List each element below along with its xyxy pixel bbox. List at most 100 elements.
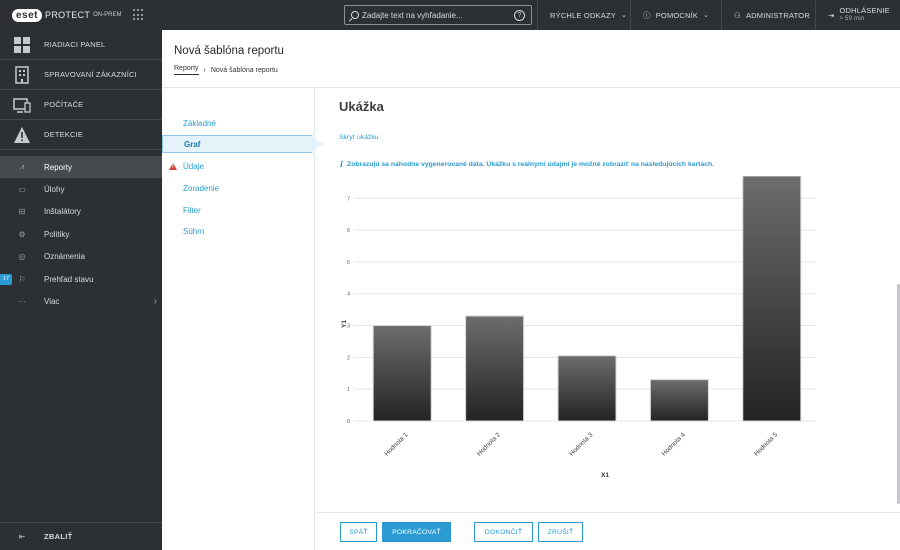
wizard-footer: SPÄŤ POKRAČOVAŤ DOKONČIŤ ZRUŠIŤ: [316, 512, 900, 550]
continue-button[interactable]: POKRAČOVAŤ: [382, 522, 451, 542]
step-sorting[interactable]: Zoradenie: [162, 179, 314, 197]
search-input[interactable]: [359, 10, 514, 20]
chart-bar[interactable]: [372, 325, 432, 422]
sidebar-item-customers[interactable]: SPRAVOVANÍ ZÁKAZNÍCI: [0, 60, 162, 90]
search-box[interactable]: ?: [344, 5, 532, 25]
x-axis-title: X1: [601, 472, 609, 479]
notification-icon: ◎: [18, 252, 26, 262]
sidebar-item-label: Inštalátory: [44, 207, 81, 217]
chevron-down-icon: ⌄: [703, 12, 710, 19]
sidebar-item-label: POČÍTAČE: [44, 100, 84, 109]
info-text: Zobrazujú sa náhodne vygenerované dáta. …: [347, 160, 715, 168]
chart-bar[interactable]: [742, 176, 802, 422]
step-label: Údaje: [183, 161, 204, 171]
sidebar-item-dashboard[interactable]: RIADIACI PANEL: [0, 30, 162, 60]
chart-bar[interactable]: [649, 379, 709, 422]
y-tick-label: 5: [347, 260, 350, 266]
x-tick-label: Hodnota 5: [753, 431, 779, 457]
top-bar: eset PROTECT ON-PREM ? RÝCHLE ODKAZY ⌄ ⓘ…: [0, 0, 900, 30]
helper-menu[interactable]: ⓘ POMOCNÍK ⌄: [630, 0, 721, 30]
building-icon: [0, 65, 44, 84]
user-menu[interactable]: ⚇ ADMINISTRATOR: [721, 0, 822, 30]
sidebar: RIADIACI PANEL SPRAVOVANÍ ZÁKAZNÍCI POČÍ…: [0, 30, 162, 550]
sidebar-item-label: Reporty: [44, 162, 73, 172]
collapse-icon: ⇤: [18, 532, 26, 541]
product-sub: ON-PREM: [93, 12, 122, 18]
x-tick-label: Hodnota 4: [661, 431, 687, 457]
chevron-right-icon: ›: [153, 296, 157, 308]
y-tick-label: 1: [347, 387, 350, 393]
finish-button[interactable]: DOKONČIŤ: [474, 522, 533, 542]
page-title: Nová šablóna reportu: [174, 45, 284, 57]
sidebar-item-label: Úlohy: [44, 185, 65, 195]
product-name: PROTECT: [45, 10, 91, 20]
warning-icon: [169, 162, 177, 170]
step-summary[interactable]: Súhrn: [162, 222, 314, 240]
x-tick-label: Hodnota 2: [476, 431, 502, 457]
sidebar-item-tasks[interactable]: ▭ Úlohy: [0, 178, 162, 200]
sidebar-item-label: Politiky: [44, 229, 70, 239]
tasks-icon: ▭: [18, 185, 26, 195]
back-button[interactable]: SPÄŤ: [340, 522, 377, 542]
x-tick-label: Hodnota 1: [383, 431, 409, 457]
sidebar-item-reports[interactable]: ⩘ Reporty: [0, 156, 162, 179]
quick-links-label: RÝCHLE ODKAZY: [550, 10, 616, 20]
chart-bar[interactable]: [557, 355, 617, 422]
policy-icon: ⚙: [18, 229, 26, 239]
hide-preview-link[interactable]: Skryť ukážku: [339, 134, 379, 141]
sidebar-item-label: Oznámenia: [44, 252, 85, 262]
step-chart[interactable]: Graf: [162, 135, 322, 153]
helper-label: POMOCNÍK: [655, 10, 699, 20]
session-time: > 59 min: [839, 16, 865, 22]
installer-icon: ⊟: [18, 207, 26, 217]
question-circle-icon: ⓘ: [643, 10, 651, 20]
user-icon: ⚇: [734, 10, 741, 20]
collapse-sidebar-button[interactable]: ⇤ ZBALIŤ: [0, 522, 162, 550]
y-tick-label: 0: [347, 419, 350, 425]
section-title: Ukážka: [339, 99, 384, 114]
chart-bar[interactable]: [465, 315, 525, 422]
sidebar-item-label: SPRAVOVANÍ ZÁKAZNÍCI: [44, 70, 137, 79]
computer-icon: [0, 96, 44, 114]
warning-icon: [0, 126, 44, 144]
logo-mark: eset: [12, 8, 43, 22]
chevron-down-icon: ⌄: [620, 12, 628, 19]
breadcrumb-reports-link[interactable]: Reporty: [174, 65, 199, 75]
search-icon: [351, 11, 359, 19]
chart-icon: ⩘: [19, 162, 25, 172]
status-badge: 17: [0, 273, 12, 285]
logout-button[interactable]: ⇥ ODHLÁSENIE > 59 min: [815, 0, 900, 30]
sidebar-item-more[interactable]: ··· Viac ›: [0, 290, 162, 312]
step-data[interactable]: Údaje: [162, 157, 314, 175]
user-label: ADMINISTRATOR: [745, 10, 810, 20]
app-grid-icon[interactable]: [133, 9, 145, 21]
sidebar-item-label: Prehľad stavu: [44, 274, 94, 284]
sidebar-item-computers[interactable]: POČÍTAČE: [0, 90, 162, 120]
logout-label: ODHLÁSENIE: [839, 6, 890, 15]
y-tick-label: 2: [347, 355, 350, 361]
sidebar-item-detections[interactable]: DETEKCIE: [0, 120, 162, 150]
wizard-steps: Základné Graf Údaje Zoradenie Filter Súh…: [162, 88, 322, 550]
sidebar-item-label: RIADIACI PANEL: [44, 40, 106, 49]
cancel-button[interactable]: ZRUŠIŤ: [538, 522, 583, 542]
sidebar-item-status-overview[interactable]: 17 ⚐ Prehľad stavu: [0, 268, 162, 290]
info-icon: i: [340, 159, 344, 169]
sidebar-item-label: Viac: [44, 297, 60, 307]
collapse-label: ZBALIŤ: [44, 532, 73, 541]
y-tick-label: 7: [347, 196, 350, 202]
quick-links-menu[interactable]: RÝCHLE ODKAZY ⌄: [537, 0, 639, 30]
y-axis-title: Y1: [341, 320, 348, 328]
sidebar-item-installers[interactable]: ⊟ Inštalátory: [0, 201, 162, 223]
chevron-right-icon: ›: [203, 66, 206, 74]
sidebar-item-label: DETEKCIE: [44, 130, 84, 139]
help-icon[interactable]: ?: [514, 9, 525, 21]
step-filter[interactable]: Filter: [162, 201, 314, 219]
step-basic[interactable]: Základné: [162, 114, 314, 132]
logout-icon: ⇥: [828, 10, 835, 20]
sidebar-item-policies[interactable]: ⚙ Politiky: [0, 223, 162, 245]
x-tick-label: Hodnota 3: [568, 431, 594, 457]
more-icon: ···: [18, 297, 26, 307]
eset-logo[interactable]: eset PROTECT ON-PREM: [12, 8, 122, 22]
page-header: Nová šablóna reportu Reporty › Nová šabl…: [162, 30, 900, 88]
sidebar-item-notifications[interactable]: ◎ Oznámenia: [0, 246, 162, 268]
